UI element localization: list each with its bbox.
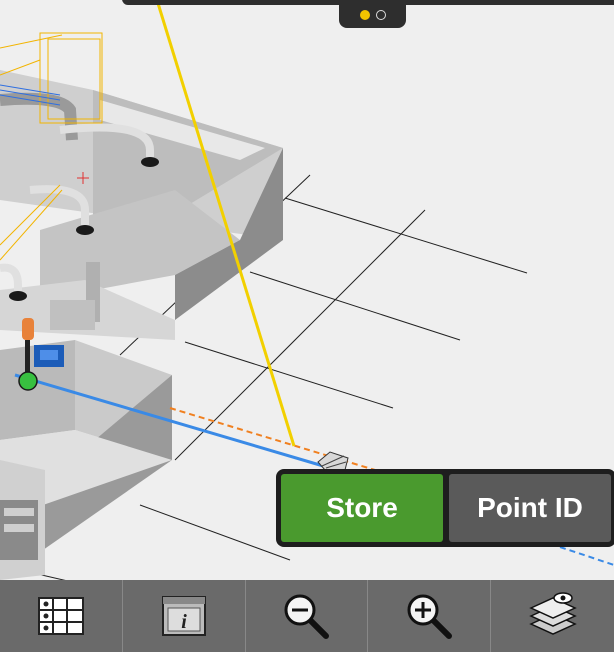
page-dot-active[interactable] [359, 10, 370, 20]
layers-button[interactable] [491, 580, 614, 652]
blue-dashed-line [559, 546, 614, 566]
info-button[interactable]: i [123, 580, 246, 652]
page-indicator[interactable] [339, 2, 406, 28]
point-id-button[interactable]: Point ID [449, 474, 611, 542]
page-dot-inactive[interactable] [375, 10, 386, 20]
3d-model-viewport[interactable] [0, 0, 614, 652]
bottom-toolbar: i [0, 580, 614, 652]
layers-visibility-icon [528, 592, 577, 635]
zoom-out-icon [284, 594, 330, 639]
zoom-out-button[interactable] [246, 580, 369, 652]
info-icon: i [161, 596, 206, 636]
store-button[interactable]: Store [281, 474, 443, 542]
table-grid-icon [37, 597, 84, 635]
measurement-action-panel: Store Point ID [276, 469, 614, 547]
zoom-in-button[interactable] [368, 580, 492, 652]
zoom-in-icon [407, 594, 453, 639]
table-view-button[interactable] [0, 580, 123, 652]
building-model [0, 70, 283, 580]
target-prism[interactable] [317, 451, 349, 471]
svg-text:i: i [181, 611, 187, 633]
